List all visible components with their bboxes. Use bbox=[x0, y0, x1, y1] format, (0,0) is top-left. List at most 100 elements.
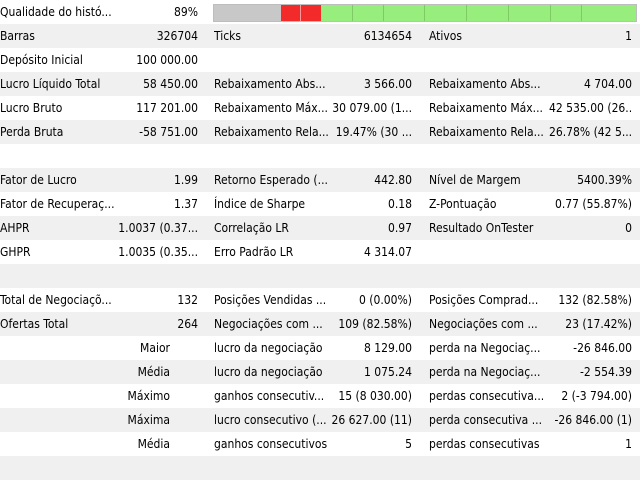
ahpr-label: AHPR bbox=[0, 221, 30, 235]
ontester-result-label: Resultado OnTester bbox=[429, 221, 534, 235]
bars-value: 326704 bbox=[156, 29, 198, 43]
maximal-label: Máxima bbox=[127, 413, 170, 427]
z-score-value: 0.77 (55.87%) bbox=[554, 197, 632, 211]
equity-drawdown-max-value: 42 535.00 (26... bbox=[549, 101, 632, 115]
average-consecutive-label: Média bbox=[137, 437, 170, 451]
quality-bar-divider bbox=[466, 5, 467, 21]
quality-bar-missing bbox=[214, 5, 281, 21]
quality-bar-divider bbox=[550, 5, 551, 21]
profit-factor-label: Fator de Lucro bbox=[0, 173, 77, 187]
lr-correlation-label: Correlação LR bbox=[214, 221, 289, 235]
largest-loss-trade-value: -26 846.00 bbox=[573, 341, 632, 355]
z-score-label: Z-Pontuação bbox=[429, 197, 497, 211]
spacer-row bbox=[0, 456, 640, 480]
quality-bar-divider bbox=[424, 5, 425, 21]
maximal-consecutive-loss-value: -26 846.00 (1) bbox=[554, 413, 632, 427]
margin-level-value: 5400.39% bbox=[577, 173, 632, 187]
max-consecutive-wins-value: 15 (8 030.00) bbox=[338, 389, 412, 403]
largest-profit-trade-label: lucro da negociação bbox=[214, 341, 323, 355]
average-profit-trade-label: lucro da negociação bbox=[214, 365, 323, 379]
initial-deposit-value: 100 000.00 bbox=[136, 53, 198, 67]
largest-profit-trade-value: 8 129.00 bbox=[363, 341, 412, 355]
short-positions-value: 0 (0.00%) bbox=[358, 293, 412, 307]
equity-drawdown-abs-value: 4 704.00 bbox=[583, 77, 632, 91]
average-consecutive-losses-value: 1 bbox=[625, 437, 632, 451]
average-consecutive-losses-label: perdas consecutivas bbox=[429, 437, 540, 451]
stats-row: Maior lucro da negociação 8 129.00 perda… bbox=[0, 336, 640, 360]
max-consecutive-losses-label: perdas consecutiva... bbox=[429, 389, 545, 403]
max-consecutive-losses-value: 2 (-3 794.00) bbox=[561, 389, 632, 403]
average-consecutive-wins-label: ganhos consecutivos bbox=[214, 437, 328, 451]
profit-factor-value: 1.99 bbox=[173, 173, 198, 187]
maximal-consecutive-loss-label: perda consecutiva ... bbox=[429, 413, 542, 427]
stats-row: Máximo ganhos consecutiv... 15 (8 030.00… bbox=[0, 384, 640, 408]
stats-row: Fator de Lucro 1.99 Retorno Esperado (..… bbox=[0, 168, 640, 192]
ticks-value: 6134654 bbox=[363, 29, 412, 43]
bars-label: Barras bbox=[0, 29, 35, 43]
average-loss-trade-value: -2 554.39 bbox=[580, 365, 632, 379]
equity-drawdown-abs-label: Rebaixamento Abs... bbox=[429, 77, 541, 91]
ghpr-label: GHPR bbox=[0, 245, 31, 259]
lr-standard-error-label: Erro Padrão LR bbox=[214, 245, 294, 259]
stats-row: Depósito Inicial 100 000.00 bbox=[0, 48, 640, 72]
stats-row: Total de Negociaçõ... 132 Posições Vendi… bbox=[0, 288, 640, 312]
symbols-label: Ativos bbox=[429, 29, 463, 43]
profit-trades-value: 109 (82.58%) bbox=[338, 317, 412, 331]
total-trades-label: Total de Negociaçõ... bbox=[0, 293, 112, 307]
history-quality-bar bbox=[213, 4, 637, 22]
expected-payoff-label: Retorno Esperado (... bbox=[214, 173, 328, 187]
quality-bar-errors bbox=[281, 5, 321, 21]
total-deals-label: Ofertas Total bbox=[0, 317, 69, 331]
quality-bar-divider bbox=[383, 5, 384, 21]
spacer-row bbox=[0, 144, 640, 168]
margin-level-label: Nível de Margem bbox=[429, 173, 521, 187]
loss-trades-label: Negociações com ... bbox=[429, 317, 538, 331]
profit-trades-label: Negociações com ... bbox=[214, 317, 323, 331]
total-trades-value: 132 bbox=[177, 293, 198, 307]
short-positions-label: Posições Vendidas ... bbox=[214, 293, 327, 307]
lr-standard-error-value: 4 314.07 bbox=[363, 245, 412, 259]
ontester-result-value: 0 bbox=[625, 221, 632, 235]
balance-drawdown-rel-label: Rebaixamento Rela... bbox=[214, 125, 329, 139]
gross-loss-value: -58 751.00 bbox=[139, 125, 198, 139]
maximal-consecutive-profit-value: 26 627.00 (11) bbox=[331, 413, 412, 427]
stats-row: Ofertas Total 264 Negociações com ... 10… bbox=[0, 312, 640, 336]
quality-bar-divider bbox=[581, 5, 582, 21]
max-consecutive-wins-label: ganhos consecutiv... bbox=[214, 389, 325, 403]
total-deals-value: 264 bbox=[177, 317, 198, 331]
recovery-factor-label: Fator de Recuperaç... bbox=[0, 197, 115, 211]
balance-drawdown-rel-value: 19.47% (30 ... bbox=[335, 125, 412, 139]
long-positions-value: 132 (82.58%) bbox=[558, 293, 632, 307]
stats-row: AHPR 1.0037 (0.37... Correlação LR 0.97 … bbox=[0, 216, 640, 240]
ticks-label: Ticks bbox=[214, 29, 242, 43]
equity-drawdown-rel-value: 26.78% (42 5... bbox=[549, 125, 632, 139]
stats-row: Lucro Líquido Total 58 450.00 Rebaixamen… bbox=[0, 72, 640, 96]
sharpe-ratio-value: 0.18 bbox=[387, 197, 412, 211]
equity-drawdown-max-label: Rebaixamento Máx... bbox=[429, 101, 543, 115]
maximal-consecutive-profit-label: lucro consecutivo (... bbox=[214, 413, 327, 427]
balance-drawdown-max-value: 30 079.00 (1... bbox=[332, 101, 412, 115]
gross-profit-label: Lucro Bruto bbox=[0, 101, 63, 115]
stats-row: Barras 326704 Ticks 6134654 Ativos 1 bbox=[0, 24, 640, 48]
sharpe-ratio-label: Índice de Sharpe bbox=[214, 197, 306, 211]
largest-loss-trade-label: perda na Negociaç... bbox=[429, 341, 541, 355]
net-profit-value: 58 450.00 bbox=[143, 77, 198, 91]
ghpr-value: 1.0035 (0.35... bbox=[118, 245, 198, 259]
initial-deposit-label: Depósito Inicial bbox=[0, 53, 83, 67]
recovery-factor-value: 1.37 bbox=[173, 197, 198, 211]
symbols-value: 1 bbox=[625, 29, 632, 43]
stats-row: GHPR 1.0035 (0.35... Erro Padrão LR 4 31… bbox=[0, 240, 640, 264]
expected-payoff-value: 442.80 bbox=[374, 173, 412, 187]
history-quality-value: 89% bbox=[174, 5, 198, 19]
stats-row: Lucro Bruto 117 201.00 Rebaixamento Máx.… bbox=[0, 96, 640, 120]
average-loss-trade-label: perda na Negociaç... bbox=[429, 365, 541, 379]
stats-row: Máxima lucro consecutivo (... 26 627.00 … bbox=[0, 408, 640, 432]
average-consecutive-wins-value: 5 bbox=[405, 437, 412, 451]
history-quality-label: Qualidade do histó... bbox=[0, 5, 112, 19]
gross-loss-label: Perda Bruta bbox=[0, 125, 64, 139]
quality-bar-good bbox=[321, 5, 636, 21]
lr-correlation-value: 0.97 bbox=[387, 221, 412, 235]
balance-drawdown-abs-value: 3 566.00 bbox=[363, 77, 412, 91]
ahpr-value: 1.0037 (0.37... bbox=[118, 221, 198, 235]
spacer-row bbox=[0, 264, 640, 288]
